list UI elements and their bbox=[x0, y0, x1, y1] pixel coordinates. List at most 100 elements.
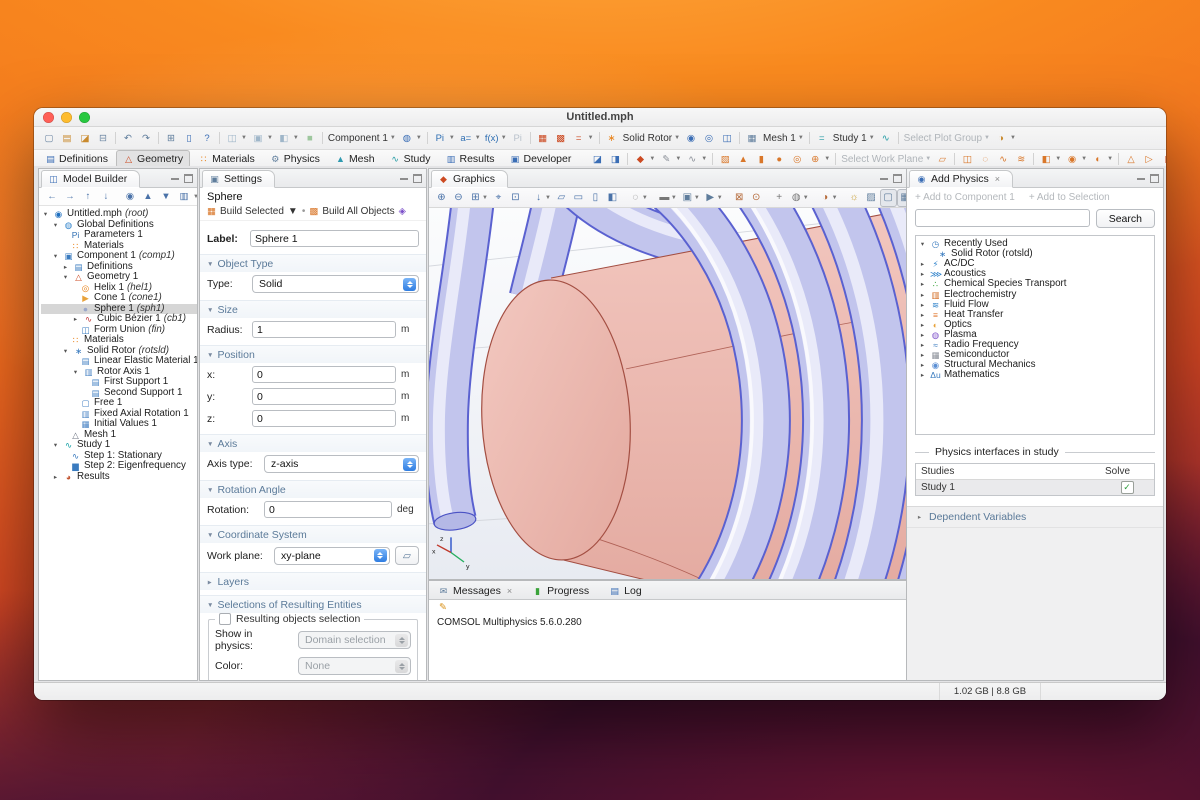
tree-expand-arrow[interactable]: ▾ bbox=[41, 210, 50, 218]
ribbon-tool[interactable]: Select Work Plane ▼ bbox=[839, 151, 933, 167]
tree-expand-arrow[interactable]: ▾ bbox=[51, 441, 60, 449]
tree-expand-arrow[interactable]: ▸ bbox=[61, 263, 70, 271]
ribbon-tool[interactable]: ◉ ▼ bbox=[1063, 151, 1089, 167]
quickbar-item[interactable]: ◧ ▼ bbox=[275, 130, 301, 146]
ribbon-tool[interactable]: ▼ bbox=[627, 153, 628, 165]
add-to-selection-button[interactable]: + Add to Selection bbox=[1029, 192, 1110, 203]
section-axis[interactable]: Axis bbox=[217, 438, 237, 450]
graphics-toolbar-button[interactable]: ▯ ▼ bbox=[587, 189, 604, 207]
quickbar-item[interactable]: a= ▼ bbox=[457, 130, 483, 146]
tree-expand-arrow[interactable]: ▸ bbox=[918, 291, 927, 299]
tree-toolbar-button[interactable]: ↑ ▼ bbox=[79, 189, 97, 205]
coordinate-input[interactable]: 0 bbox=[252, 388, 396, 405]
graphics-toolbar-button[interactable]: ◍ ▼ bbox=[788, 189, 811, 207]
quickbar-item[interactable]: ▦ ▼ bbox=[534, 130, 552, 146]
graphics-toolbar-button[interactable]: ↓ ▼ bbox=[530, 189, 553, 207]
ribbon-tool[interactable]: ▯ ▼ bbox=[1158, 151, 1166, 167]
tree-expand-arrow[interactable]: ▸ bbox=[918, 371, 927, 379]
maximize-panel-icon[interactable] bbox=[184, 174, 193, 183]
tree-expand-arrow[interactable]: ▸ bbox=[918, 280, 927, 288]
ribbon-tool[interactable]: ≋ ▼ bbox=[1012, 151, 1030, 167]
ribbon-tool[interactable]: ◌ ▼ bbox=[976, 151, 994, 167]
coordinate-input[interactable]: 0 bbox=[252, 366, 396, 383]
quickbar-item[interactable]: ▣ ▼ bbox=[249, 130, 275, 146]
quickbar-item[interactable]: ■ ▼ bbox=[301, 130, 319, 146]
graphics-toolbar-button[interactable]: ☼ ▼ bbox=[846, 189, 863, 207]
ribbon-tool[interactable]: ◆ ▼ bbox=[631, 151, 657, 167]
quickbar-item[interactable]: ⊟ ▼ bbox=[94, 130, 112, 146]
quickbar-item[interactable]: Study 1 ▼ bbox=[831, 130, 877, 146]
tree-item[interactable]: ▢ Free 1 bbox=[41, 398, 197, 409]
tree-item[interactable]: ▸ ◕ Results bbox=[41, 472, 197, 483]
3d-viewport[interactable]: z x y bbox=[429, 208, 906, 579]
graphics-toolbar-button[interactable]: ▬ ▼ bbox=[656, 189, 679, 207]
maximize-panel-icon[interactable] bbox=[413, 174, 422, 183]
ribbon-tool[interactable]: ✎ ▼ bbox=[657, 151, 683, 167]
quickbar-item[interactable]: Component 1 ▼ bbox=[326, 130, 398, 146]
ribbon-tool[interactable]: ▼ bbox=[1118, 153, 1119, 165]
ribbon-tool[interactable]: ▱ ▼ bbox=[933, 151, 951, 167]
close-tab-icon[interactable]: × bbox=[995, 174, 1000, 184]
tree-item[interactable]: ▾ ▣ Component 1 (comp1) bbox=[41, 251, 197, 262]
tree-expand-arrow[interactable]: ▸ bbox=[918, 311, 927, 319]
tree-toolbar-button[interactable]: ↓ ▼ bbox=[97, 189, 115, 205]
quickbar-item[interactable]: ▼ bbox=[599, 132, 600, 144]
quickbar-item[interactable]: = ▼ bbox=[570, 130, 596, 146]
tree-expand-arrow[interactable]: ▸ bbox=[918, 351, 927, 359]
quickbar-item[interactable]: ▤ ▼ bbox=[58, 130, 76, 146]
graphics-toolbar-button[interactable]: ▶ ▼ bbox=[702, 189, 725, 207]
quickbar-item[interactable]: Select Plot Group ▼ bbox=[902, 130, 992, 146]
work-plane-select[interactable]: xy-plane bbox=[274, 547, 390, 565]
quickbar-item[interactable]: ▼ bbox=[427, 132, 428, 144]
quickbar-item[interactable]: ▼ bbox=[158, 132, 159, 144]
tree-item[interactable]: ▾ ◉ Untitled.mph (root) bbox=[41, 209, 197, 220]
ribbon-tool[interactable]: ◐ ▼ bbox=[1089, 151, 1115, 167]
tree-expand-arrow[interactable]: ▸ bbox=[918, 341, 927, 349]
graphics-toolbar-button[interactable]: ⊠ ▼ bbox=[731, 189, 748, 207]
object-type-select[interactable]: Solid bbox=[252, 275, 419, 293]
tree-expand-arrow[interactable]: ▾ bbox=[51, 221, 60, 229]
ribbon-tool[interactable]: ∿ ▼ bbox=[683, 151, 709, 167]
tree-item[interactable]: ▾ ∿ Study 1 bbox=[41, 440, 197, 451]
quickbar-item[interactable]: f(x) ▼ bbox=[483, 130, 509, 146]
quickbar-item[interactable]: ▼ bbox=[809, 132, 810, 144]
tree-expand-arrow[interactable]: ▾ bbox=[918, 240, 927, 248]
tree-expand-arrow[interactable]: ▸ bbox=[918, 331, 927, 339]
tree-toolbar-button[interactable]: ▥ ▼ bbox=[175, 189, 198, 205]
tree-expand-arrow[interactable]: ▾ bbox=[51, 252, 60, 260]
ribbon-tool[interactable]: ▲ ▼ bbox=[734, 151, 752, 167]
quickbar-item[interactable]: ◑ ▼ bbox=[992, 130, 1018, 146]
ribbon-tool[interactable]: ◧ ▼ bbox=[1037, 151, 1063, 167]
graphics-toolbar-button[interactable]: ▱ ▼ bbox=[553, 189, 570, 207]
ribbon-tool[interactable]: ▷ ▼ bbox=[1140, 151, 1158, 167]
solve-checkbox[interactable]: ✓ bbox=[1121, 481, 1134, 494]
tree-expand-arrow[interactable]: ▸ bbox=[51, 473, 60, 481]
ribbon-tool[interactable]: ▼ bbox=[1033, 153, 1034, 165]
quickbar-item[interactable]: = ▼ bbox=[813, 130, 831, 146]
minimize-panel-icon[interactable] bbox=[1137, 178, 1145, 180]
quickbar-item[interactable]: ◎ ▼ bbox=[700, 130, 718, 146]
graphics-toolbar-button[interactable]: ◌ ▼ bbox=[627, 189, 650, 207]
build-selected-button[interactable]: Build Selected bbox=[220, 206, 284, 217]
tree-expand-arrow[interactable]: ▸ bbox=[918, 270, 927, 278]
quickbar-item[interactable]: ◫ ▼ bbox=[223, 130, 249, 146]
quickbar-item[interactable]: ↷ ▼ bbox=[137, 130, 155, 146]
tree-expand-arrow[interactable]: ▸ bbox=[918, 361, 927, 369]
messages-toolbar-button[interactable]: ✎ bbox=[434, 600, 452, 616]
tree-expand-arrow[interactable]: ▾ bbox=[61, 347, 70, 355]
physics-tree-item[interactable]: ▸ Δu Mathematics bbox=[918, 370, 1152, 380]
tree-expand-arrow[interactable]: ▸ bbox=[71, 315, 80, 323]
maximize-panel-icon[interactable] bbox=[1150, 174, 1159, 183]
quickbar-item[interactable]: ◪ ▼ bbox=[76, 130, 94, 146]
tree-toolbar-button[interactable]: → ▼ bbox=[61, 189, 79, 205]
quickbar-item[interactable]: ▼ bbox=[898, 132, 899, 144]
tree-item[interactable]: ▆ Step 2: Eigenfrequency bbox=[41, 461, 197, 472]
tree-expand-arrow[interactable]: ▸ bbox=[918, 260, 927, 268]
quickbar-item[interactable]: ▯ ▼ bbox=[180, 130, 198, 146]
quickbar-item[interactable]: Mesh 1 ▼ bbox=[761, 130, 806, 146]
show-work-plane-button[interactable]: ▱ bbox=[395, 546, 419, 565]
ribbon-tool[interactable]: ⊕ ▼ bbox=[806, 151, 832, 167]
graphics-tab[interactable]: ◆ Graphics bbox=[431, 170, 508, 188]
label-input[interactable]: Sphere 1 bbox=[250, 230, 419, 247]
section-object-type[interactable]: Object Type bbox=[217, 258, 273, 270]
